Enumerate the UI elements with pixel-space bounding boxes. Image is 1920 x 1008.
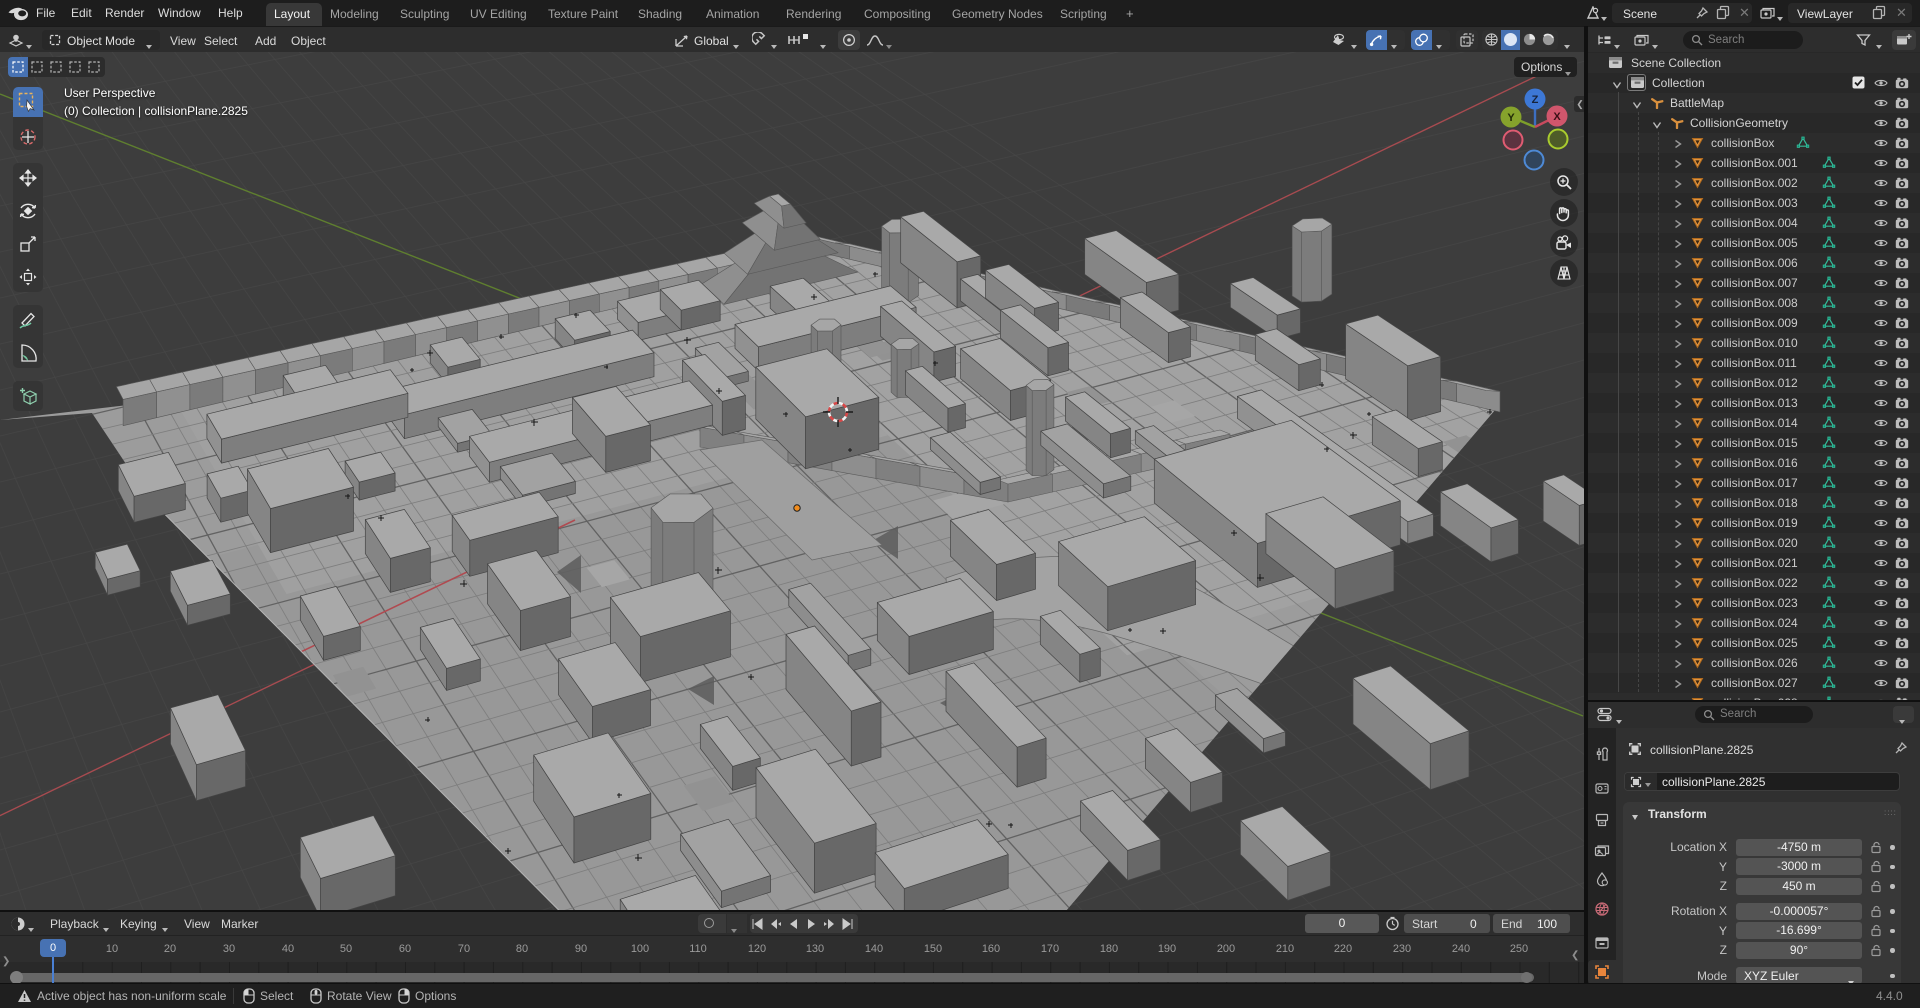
svg-text:Z: Z: [1532, 94, 1539, 106]
